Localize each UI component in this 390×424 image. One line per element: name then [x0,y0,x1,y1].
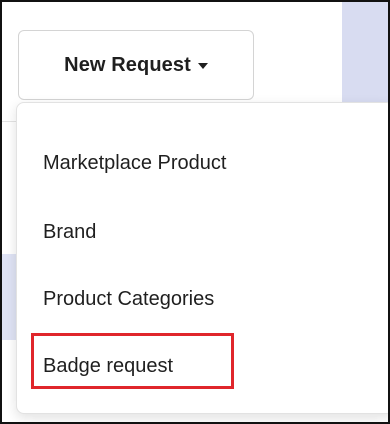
menu-item-product-categories[interactable]: Product Categories [43,287,214,311]
highlight-box [31,333,234,389]
background-divider [2,121,16,122]
menu-item-marketplace-product[interactable]: Marketplace Product [43,151,226,175]
new-request-label: New Request [64,53,191,76]
background-panel [342,2,388,102]
caret-down-icon [197,63,208,69]
new-request-button[interactable]: New Request [18,30,254,100]
screenshot-frame: New Request Marketplace Product Brand Pr… [0,0,390,424]
background-panel-left [2,254,16,340]
menu-item-brand[interactable]: Brand [43,220,96,244]
new-request-dropdown-menu: Marketplace Product Brand Product Catego… [16,102,388,414]
